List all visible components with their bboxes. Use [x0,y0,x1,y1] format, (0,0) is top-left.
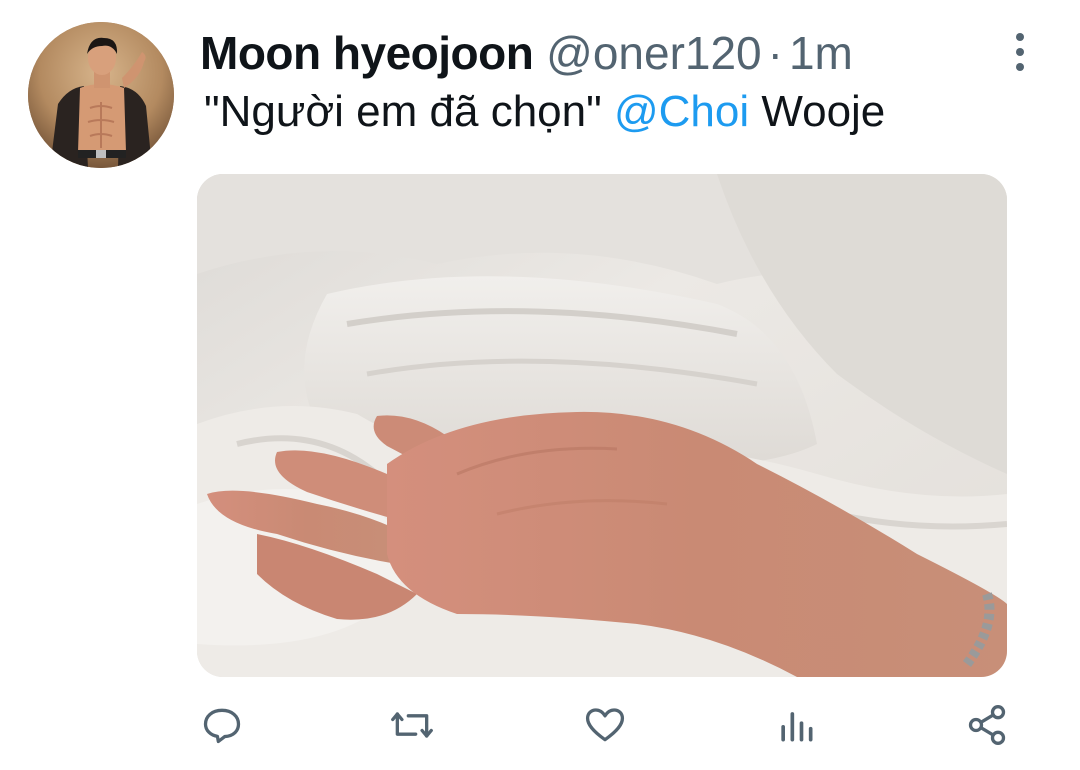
more-dot-icon [1016,63,1024,71]
tweet-header: Moon hyeojoon @oner120 · 1m [200,24,1000,82]
tweet-card[interactable]: Moon hyeojoon @oner120 · 1m "Người em đã c… [0,0,1080,770]
more-dot-icon [1016,48,1024,56]
separator-dot: · [767,27,783,79]
analytics-icon [781,712,813,742]
avatar-image [28,22,174,168]
share-icon [968,705,1006,745]
tweet-text-rest: Wooje [761,87,886,136]
retweet-button[interactable] [387,700,437,750]
tweet-text: "Người em đã chọn" @Choi Wooje [204,84,885,140]
tweet-timestamp[interactable]: 1m [789,27,853,79]
reply-icon [203,708,241,744]
avatar[interactable] [28,22,174,168]
tweet-action-bar [197,700,1017,752]
tweet-photo[interactable] [197,174,1007,677]
reply-button[interactable] [197,700,247,750]
analytics-button[interactable] [771,700,821,750]
retweet-icon [391,712,433,738]
author-handle[interactable]: @oner120 [546,27,762,79]
more-options-button[interactable] [1000,30,1040,74]
share-button[interactable] [962,700,1012,750]
like-button[interactable] [580,700,630,750]
more-dot-icon [1016,33,1024,41]
heart-icon [585,708,625,742]
photo-image [197,174,1007,677]
mention-link[interactable]: @Choi [614,87,749,136]
author-display-name[interactable]: Moon hyeojoon [200,27,534,79]
tweet-text-quote: "Người em đã chọn" [204,87,602,136]
